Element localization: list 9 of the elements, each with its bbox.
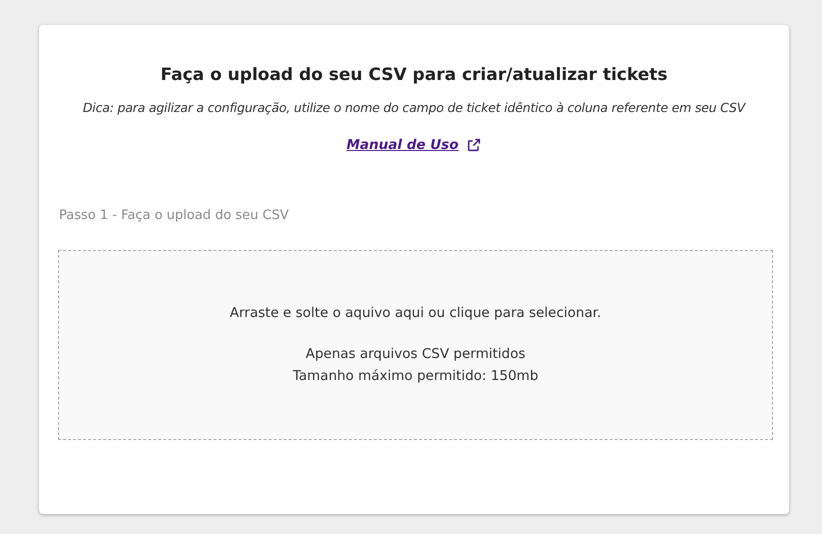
dropzone-note: Apenas arquivos CSV permitidos <box>306 345 526 364</box>
dropzone-note: Tamanho máximo permitido: 150mb <box>292 367 538 386</box>
page-title: Faça o upload do seu CSV para criar/atualizar tickets <box>160 64 668 87</box>
file-dropzone[interactable]: Arraste e solte o aquivo aqui ou clique para selecionar. Apenas arquivos CSV permitidos Tamanho máximo permitido: 150mb <box>58 250 773 440</box>
external-link-icon <box>466 137 482 154</box>
dropzone-instruction: Arraste e solte o aquivo aqui ou clique para selecionar. <box>230 304 602 323</box>
manual-link[interactable]: Manual de Uso <box>346 135 482 156</box>
hint-text: Dica: para agilizar a configuração, utilize o nome do campo de ticket idêntico à coluna referente em seu CSV <box>82 98 746 117</box>
step-label: Passo 1 - Faça o upload do seu CSV <box>59 206 290 224</box>
